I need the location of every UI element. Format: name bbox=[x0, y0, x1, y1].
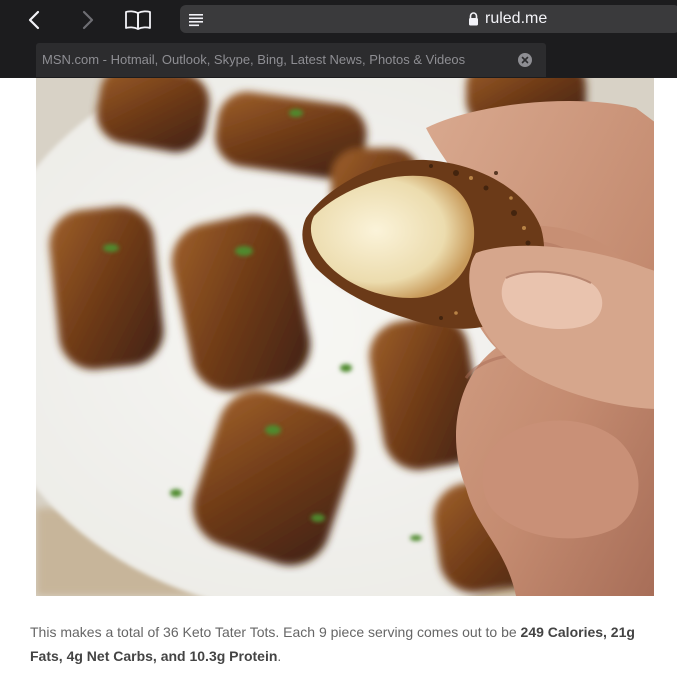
tater-tots-photo bbox=[36, 78, 654, 596]
lock-icon bbox=[469, 12, 478, 26]
address-bar[interactable]: ruled.me bbox=[180, 5, 677, 33]
back-button[interactable] bbox=[20, 6, 48, 34]
forward-button[interactable] bbox=[74, 6, 102, 34]
bookmarks-button[interactable] bbox=[124, 6, 152, 34]
caption-text: This makes a total of 36 Keto Tater Tots… bbox=[30, 624, 521, 640]
url-text: ruled.me bbox=[485, 10, 548, 27]
url-display[interactable]: ruled.me bbox=[468, 5, 547, 33]
close-icon bbox=[521, 56, 529, 64]
article-caption: This makes a total of 36 Keto Tater Tots… bbox=[30, 620, 660, 668]
caption-end: . bbox=[277, 648, 282, 664]
forward-icon bbox=[82, 10, 94, 30]
article-photo bbox=[36, 78, 654, 596]
bookmarks-icon bbox=[125, 10, 151, 30]
reader-icon[interactable] bbox=[188, 11, 204, 27]
back-icon bbox=[28, 10, 40, 30]
tab-close-button[interactable] bbox=[518, 53, 532, 67]
page-content: This makes a total of 36 Keto Tater Tots… bbox=[0, 78, 677, 681]
tab-msn[interactable]: MSN.com - Hotmail, Outlook, Skype, Bing,… bbox=[36, 43, 546, 77]
tab-title: MSN.com - Hotmail, Outlook, Skype, Bing,… bbox=[42, 52, 466, 67]
browser-toolbar: ruled.me bbox=[0, 0, 677, 40]
tab-bar: MSN.com - Hotmail, Outlook, Skype, Bing,… bbox=[0, 40, 677, 78]
